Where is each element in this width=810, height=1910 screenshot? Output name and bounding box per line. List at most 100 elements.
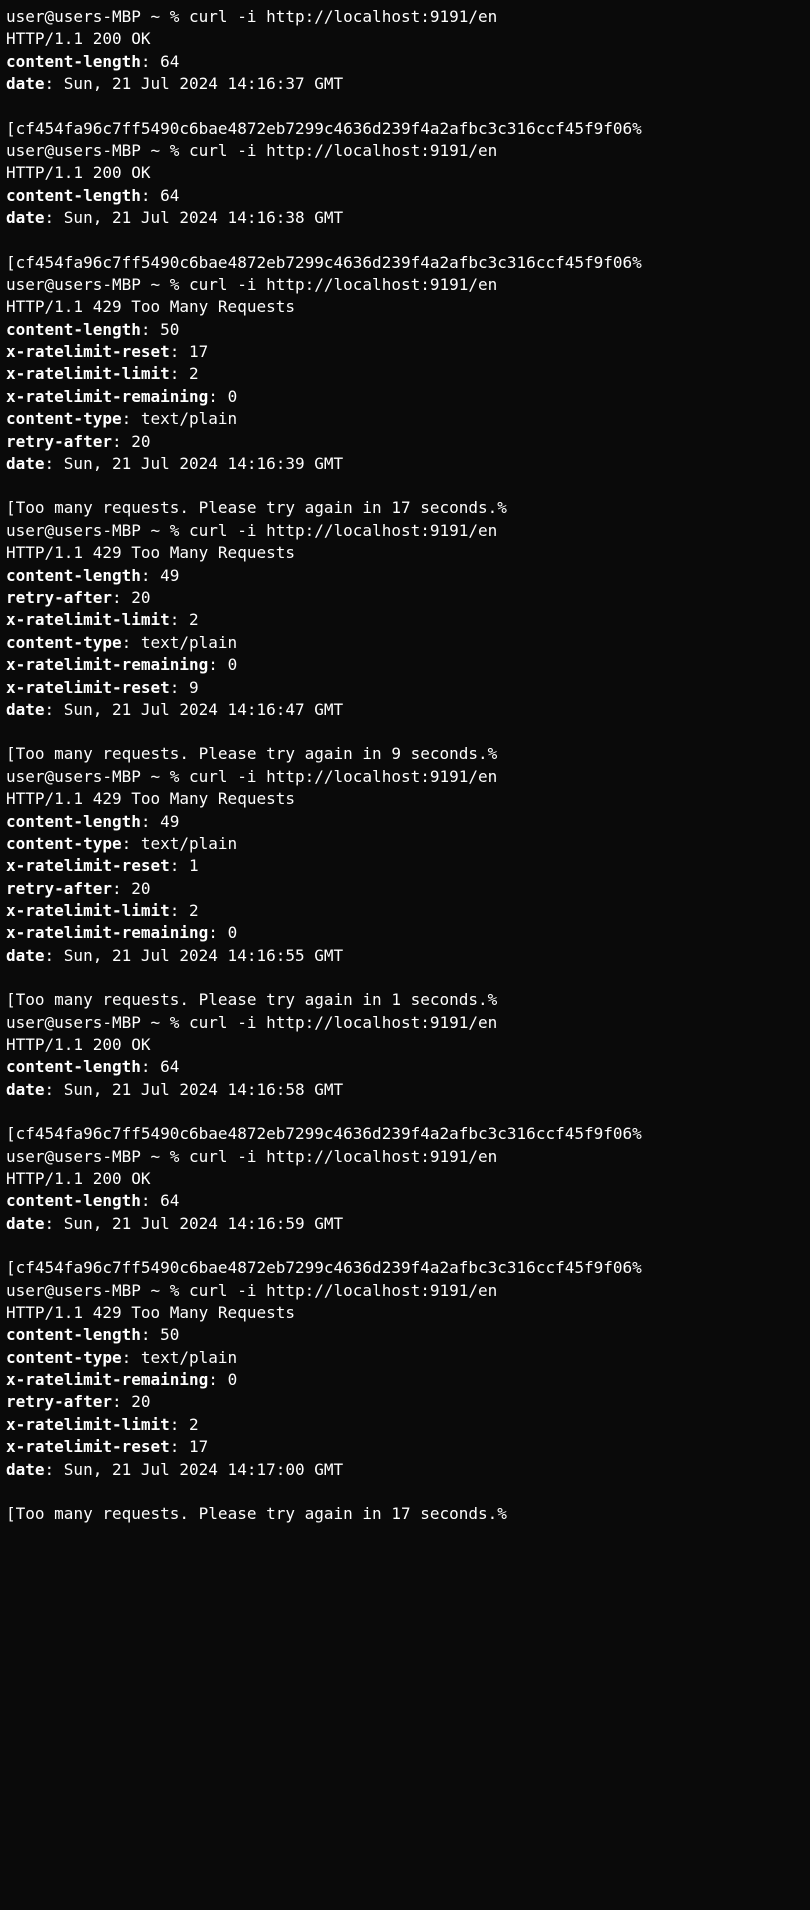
header-name: x-ratelimit-limit <box>6 1415 170 1434</box>
header-value: : 9 <box>170 678 199 697</box>
response-body: [Too many requests. Please try again in … <box>6 497 804 519</box>
header-line: content-length: 64 <box>6 185 804 207</box>
open-bracket-icon: [ <box>6 1124 16 1143</box>
response-body-text: Too many requests. Please try again in 1… <box>16 990 488 1009</box>
percent-icon: % <box>632 253 642 272</box>
command-line: user@users-MBP ~ % curl -i http://localh… <box>6 140 804 162</box>
shell-prompt: user@users-MBP ~ % <box>6 1013 189 1032</box>
header-value: : 50 <box>141 320 180 339</box>
header-value: : 49 <box>141 812 180 831</box>
header-value: : 20 <box>112 588 151 607</box>
header-line: date: Sun, 21 Jul 2024 14:17:00 GMT <box>6 1459 804 1481</box>
curl-command: curl -i http://localhost:9191/en <box>189 521 497 540</box>
header-line: x-ratelimit-reset: 1 <box>6 855 804 877</box>
header-value: : 64 <box>141 186 180 205</box>
open-bracket-icon: [ <box>6 1258 16 1277</box>
command-line: user@users-MBP ~ % curl -i http://localh… <box>6 520 804 542</box>
header-line: x-ratelimit-remaining: 0 <box>6 654 804 676</box>
request-block: [cf454fa96c7ff5490c6bae4872eb7299c4636d2… <box>6 1257 804 1481</box>
curl-command: curl -i http://localhost:9191/en <box>189 141 497 160</box>
header-name: x-ratelimit-remaining <box>6 387 208 406</box>
header-value: : Sun, 21 Jul 2024 14:16:58 GMT <box>45 1080 344 1099</box>
header-value: : 20 <box>112 1392 151 1411</box>
request-block: [cf454fa96c7ff5490c6bae4872eb7299c4636d2… <box>6 118 804 230</box>
header-name: content-type <box>6 633 122 652</box>
header-name: date <box>6 700 45 719</box>
header-name: content-length <box>6 1191 141 1210</box>
percent-icon: % <box>488 744 498 763</box>
request-block: [cf454fa96c7ff5490c6bae4872eb7299c4636d2… <box>6 252 804 476</box>
status-line: HTTP/1.1 200 OK <box>6 28 804 50</box>
http-status: HTTP/1.1 429 Too Many Requests <box>6 297 295 316</box>
header-name: content-length <box>6 52 141 71</box>
header-line: content-length: 64 <box>6 1056 804 1078</box>
header-line: content-length: 64 <box>6 51 804 73</box>
header-line: x-ratelimit-remaining: 0 <box>6 1369 804 1391</box>
header-name: content-length <box>6 1057 141 1076</box>
header-value: : text/plain <box>122 1348 238 1367</box>
header-value: : Sun, 21 Jul 2024 14:16:38 GMT <box>45 208 344 227</box>
curl-command: curl -i http://localhost:9191/en <box>189 275 497 294</box>
header-line: x-ratelimit-limit: 2 <box>6 1414 804 1436</box>
open-bracket-icon: [ <box>6 1504 16 1523</box>
command-line: user@users-MBP ~ % curl -i http://localh… <box>6 6 804 28</box>
header-line: x-ratelimit-remaining: 0 <box>6 386 804 408</box>
http-status: HTTP/1.1 429 Too Many Requests <box>6 543 295 562</box>
header-value: : text/plain <box>122 834 238 853</box>
http-status: HTTP/1.1 200 OK <box>6 1035 151 1054</box>
percent-icon: % <box>632 1258 642 1277</box>
curl-command: curl -i http://localhost:9191/en <box>189 1013 497 1032</box>
http-status: HTTP/1.1 200 OK <box>6 1169 151 1188</box>
header-name: content-type <box>6 409 122 428</box>
percent-icon: % <box>497 1504 507 1523</box>
header-value: : 17 <box>170 342 209 361</box>
curl-command: curl -i http://localhost:9191/en <box>189 1281 497 1300</box>
header-name: content-length <box>6 320 141 339</box>
request-block: [Too many requests. Please try again in … <box>6 989 804 1101</box>
header-value: : text/plain <box>122 409 238 428</box>
header-line: date: Sun, 21 Jul 2024 14:16:39 GMT <box>6 453 804 475</box>
header-name: content-length <box>6 566 141 585</box>
header-name: content-type <box>6 1348 122 1367</box>
response-body-text: Too many requests. Please try again in 1… <box>16 498 498 517</box>
header-value: : Sun, 21 Jul 2024 14:17:00 GMT <box>45 1460 344 1479</box>
percent-icon: % <box>632 119 642 138</box>
percent-icon: % <box>497 498 507 517</box>
header-line: content-length: 64 <box>6 1190 804 1212</box>
header-name: x-ratelimit-limit <box>6 901 170 920</box>
header-line: retry-after: 20 <box>6 1391 804 1413</box>
request-block: [cf454fa96c7ff5490c6bae4872eb7299c4636d2… <box>6 1123 804 1235</box>
terminal-output[interactable]: user@users-MBP ~ % curl -i http://localh… <box>0 0 810 1531</box>
header-name: x-ratelimit-remaining <box>6 1370 208 1389</box>
header-name: date <box>6 1080 45 1099</box>
header-value: : Sun, 21 Jul 2024 14:16:55 GMT <box>45 946 344 965</box>
shell-prompt: user@users-MBP ~ % <box>6 275 189 294</box>
header-name: content-length <box>6 186 141 205</box>
header-value: : 0 <box>208 387 237 406</box>
header-line: retry-after: 20 <box>6 878 804 900</box>
header-name: content-type <box>6 834 122 853</box>
header-name: retry-after <box>6 879 112 898</box>
status-line: HTTP/1.1 429 Too Many Requests <box>6 542 804 564</box>
response-hash: cf454fa96c7ff5490c6bae4872eb7299c4636d23… <box>16 1124 633 1143</box>
status-line: HTTP/1.1 429 Too Many Requests <box>6 296 804 318</box>
command-line: user@users-MBP ~ % curl -i http://localh… <box>6 766 804 788</box>
header-name: date <box>6 1214 45 1233</box>
status-line: HTTP/1.1 200 OK <box>6 162 804 184</box>
shell-prompt: user@users-MBP ~ % <box>6 7 189 26</box>
header-line: content-type: text/plain <box>6 632 804 654</box>
header-value: : Sun, 21 Jul 2024 14:16:59 GMT <box>45 1214 344 1233</box>
header-value: : 0 <box>208 923 237 942</box>
header-line: date: Sun, 21 Jul 2024 14:16:37 GMT <box>6 73 804 95</box>
status-line: HTTP/1.1 200 OK <box>6 1168 804 1190</box>
curl-command: curl -i http://localhost:9191/en <box>189 767 497 786</box>
header-value: : 0 <box>208 655 237 674</box>
response-hash: cf454fa96c7ff5490c6bae4872eb7299c4636d23… <box>16 253 633 272</box>
command-line: user@users-MBP ~ % curl -i http://localh… <box>6 1012 804 1034</box>
header-line: content-length: 49 <box>6 811 804 833</box>
header-name: retry-after <box>6 1392 112 1411</box>
header-name: retry-after <box>6 588 112 607</box>
shell-prompt: user@users-MBP ~ % <box>6 1281 189 1300</box>
header-value: : 49 <box>141 566 180 585</box>
header-value: : 2 <box>170 610 199 629</box>
